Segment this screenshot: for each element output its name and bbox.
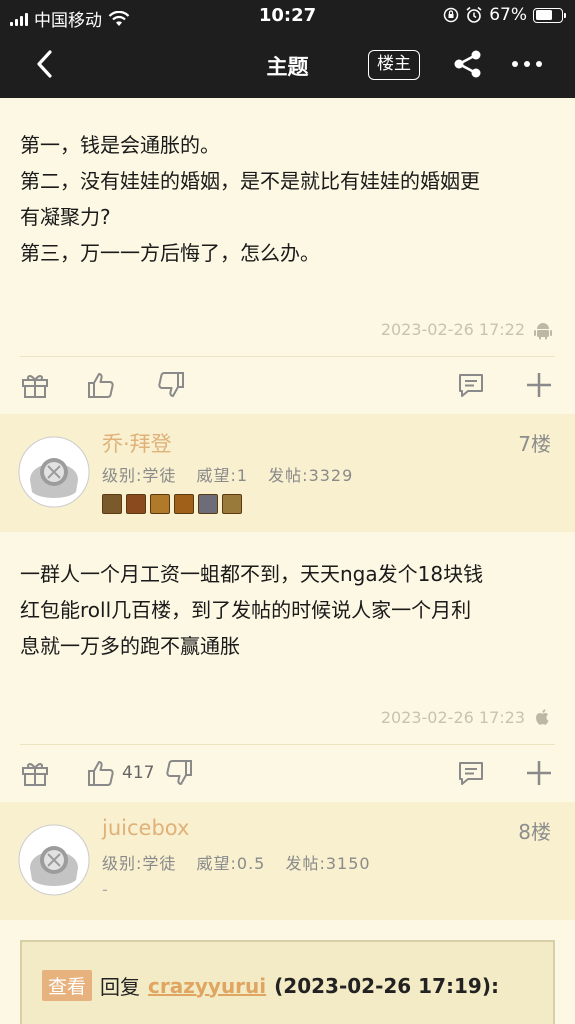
post-line: 一群人一个月工资一蛆都不到，天天nga发个18块钱 (20, 562, 484, 586)
badge-icon[interactable] (222, 494, 242, 514)
floor-number: 7楼 (518, 432, 551, 456)
post-line: 第二，没有娃娃的婚姻，是不是就比有娃娃的婚姻更 (20, 169, 480, 193)
post-line: 有凝聚力? (20, 205, 111, 229)
quoted-time: (2023-02-26 17:19): (274, 973, 499, 998)
post-actions: 417 (0, 744, 575, 802)
user-level: 级别:学徒 (102, 466, 177, 485)
user-prestige: 威望:0.5 (196, 854, 266, 873)
reply-label: 回复 (100, 975, 141, 999)
user-extra: - (102, 880, 108, 899)
louzhu-button[interactable]: 楼主 (368, 50, 420, 80)
post-line: 红包能roll几百楼，到了发帖的时候说人家一个月利 (20, 598, 472, 622)
post-timestamp: 2023-02-26 17:22 (380, 320, 525, 339)
share-icon[interactable] (452, 48, 484, 80)
reply-header: juicebox 8楼 级别:学徒 威望:0.5 发帖:3150 - (0, 802, 575, 920)
thumbs-down-icon[interactable] (156, 370, 186, 400)
thumbs-down-icon[interactable] (164, 758, 194, 788)
user-badges (102, 494, 242, 514)
post-content: 第一，钱是会通胀的。 第二，没有娃娃的婚姻，是不是就比有娃娃的婚姻更 有凝聚力?… (20, 127, 560, 271)
user-posts: 发帖:3329 (268, 466, 354, 485)
quote-box: 查看 回复 crazyyurui (2023-02-26 17:19): (20, 940, 555, 1024)
post-line: 第三，万一一方后悔了，怎么办。 (20, 241, 320, 265)
battery-percent: 67% (489, 5, 527, 25)
comment-icon[interactable] (456, 758, 486, 788)
badge-icon[interactable] (126, 494, 146, 514)
android-icon (534, 323, 552, 340)
user-level: 级别:学徒 (102, 854, 177, 873)
avatar[interactable] (18, 824, 90, 896)
post-line: 第一，钱是会通胀的。 (20, 133, 220, 157)
plus-icon[interactable] (524, 370, 554, 400)
avatar[interactable] (18, 436, 90, 508)
plus-icon[interactable] (524, 758, 554, 788)
user-prestige: 威望:1 (196, 466, 249, 485)
badge-icon[interactable] (174, 494, 194, 514)
username[interactable]: 乔·拜登 (102, 428, 172, 458)
battery-icon (533, 7, 566, 23)
thumbs-up-icon[interactable] (86, 370, 116, 400)
apple-icon (536, 709, 549, 725)
comment-icon[interactable] (456, 370, 486, 400)
alarm-icon (466, 6, 482, 23)
user-stats: 级别:学徒 威望:1 发帖:3329 (102, 462, 367, 486)
view-quote-button[interactable]: 查看 (42, 970, 93, 1001)
post-actions (0, 356, 575, 414)
post-line: 息就一万多的跑不赢通胀 (20, 634, 240, 658)
quoted-username[interactable]: crazyyurui (148, 974, 266, 998)
post-timestamp: 2023-02-26 17:23 (380, 708, 525, 727)
gift-icon[interactable] (20, 758, 50, 788)
thumbs-up-icon[interactable] (86, 758, 116, 788)
username[interactable]: juicebox (102, 816, 189, 840)
page-title: 主题 (266, 55, 309, 79)
reply-header: 乔·拜登 7楼 级别:学徒 威望:1 发帖:3329 (0, 414, 575, 532)
badge-icon[interactable] (198, 494, 218, 514)
quote-header: 查看 回复 crazyyurui (2023-02-26 17:19): (42, 970, 499, 1001)
like-count: 417 (122, 763, 155, 783)
status-bar: 中国移动 10:27 67% (0, 0, 575, 32)
more-icon[interactable] (510, 52, 544, 76)
gift-icon[interactable] (20, 370, 50, 400)
badge-icon[interactable] (150, 494, 170, 514)
rotation-lock-icon (443, 7, 459, 23)
floor-number: 8楼 (518, 820, 551, 844)
nav-bar: 主题 楼主 (0, 32, 575, 98)
user-posts: 发帖:3150 (285, 854, 371, 873)
badge-icon[interactable] (102, 494, 122, 514)
user-stats: 级别:学徒 威望:0.5 发帖:3150 (102, 850, 385, 874)
post-content: 一群人一个月工资一蛆都不到，天天nga发个18块钱 红包能roll几百楼，到了发… (20, 556, 560, 664)
